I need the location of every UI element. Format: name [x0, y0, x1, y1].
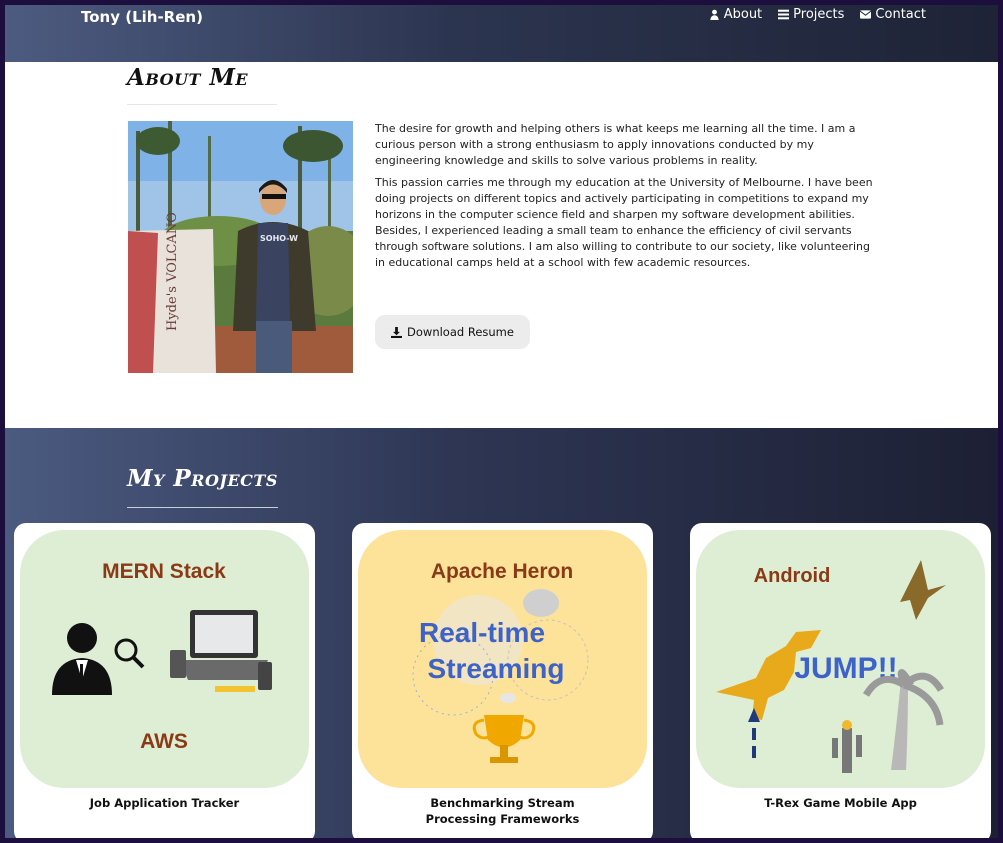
user-icon — [710, 9, 719, 20]
project-card-job-tracker[interactable]: MERN Stack AWS Job Application Tracker — [14, 523, 315, 838]
profile-photo: Hyde's VOLCANO SOHO-W — [128, 121, 353, 373]
bio-paragraph: The desire for growth and helping others… — [375, 122, 856, 167]
nav-link-contact[interactable]: Contact — [860, 7, 926, 22]
about-title: About Me — [127, 64, 249, 91]
shirt-text: SOHO-W — [260, 234, 298, 243]
project-caption: Benchmarking Stream Processing Framework… — [425, 796, 580, 826]
about-bio: The desire for growth and helping others… — [375, 121, 880, 277]
browser-viewport: Tony (Lih-Ren) About Projects Contact Ab… — [0, 0, 1003, 843]
nav-link-about[interactable]: About — [709, 7, 762, 22]
project-caption: T-Rex Game Mobile App — [764, 796, 917, 810]
title-divider — [127, 104, 277, 105]
nav-link-label: Contact — [875, 7, 926, 22]
nav-link-label: About — [723, 7, 763, 22]
project-thumbnail: MERN Stack AWS — [20, 530, 309, 788]
project-thumbnail: Android JUMP!! — [696, 530, 985, 788]
download-resume-button[interactable]: Download Resume — [375, 315, 530, 349]
list-icon — [778, 9, 790, 20]
site-brand[interactable]: Tony (Lih-Ren) — [81, 8, 203, 26]
thumb-line1: Real-time — [419, 617, 545, 648]
title-divider — [127, 507, 278, 508]
project-card-stream-benchmark[interactable]: Apache Heron Real-time Streaming Benchma… — [352, 523, 653, 838]
envelope-icon — [860, 10, 872, 19]
project-caption: Job Application Tracker — [89, 796, 240, 810]
project-thumbnail: Apache Heron Real-time Streaming — [358, 530, 647, 788]
project-card-trex-game[interactable]: Android JUMP!! T-Rex Game Mobile App — [690, 523, 991, 838]
nav-links: About Projects Contact — [709, 7, 926, 22]
about-section: About Me Hyde's VOLCANO SOHO-W The desir… — [5, 62, 998, 428]
photo-sign-text: Hyde's VOLCANO — [165, 212, 180, 331]
nav-link-label: Projects — [793, 7, 845, 22]
thumb-heading: MERN Stack — [102, 560, 226, 583]
thumb-heading: Android — [754, 565, 831, 587]
thumb-line2: Streaming — [428, 653, 565, 684]
project-thumbnail-art: Android JUMP!! — [696, 530, 985, 788]
top-navbar: Tony (Lih-Ren) About Projects Contact — [5, 5, 998, 62]
bio-paragraph: This passion carries me through my educa… — [375, 176, 873, 269]
download-icon — [391, 326, 403, 338]
projects-section: My Projects MERN Stack AWS Job Applicati… — [5, 428, 998, 838]
project-thumbnail-art: MERN Stack AWS — [20, 530, 309, 788]
thumb-heading: Apache Heron — [431, 560, 573, 583]
profile-photo-illustration: Hyde's VOLCANO SOHO-W — [128, 121, 353, 373]
nav-link-projects[interactable]: Projects — [778, 7, 844, 22]
projects-title: My Projects — [127, 465, 278, 492]
thumb-footer: AWS — [140, 730, 188, 753]
project-thumbnail-art: Apache Heron Real-time Streaming — [358, 530, 647, 788]
download-resume-label: Download Resume — [407, 325, 514, 339]
